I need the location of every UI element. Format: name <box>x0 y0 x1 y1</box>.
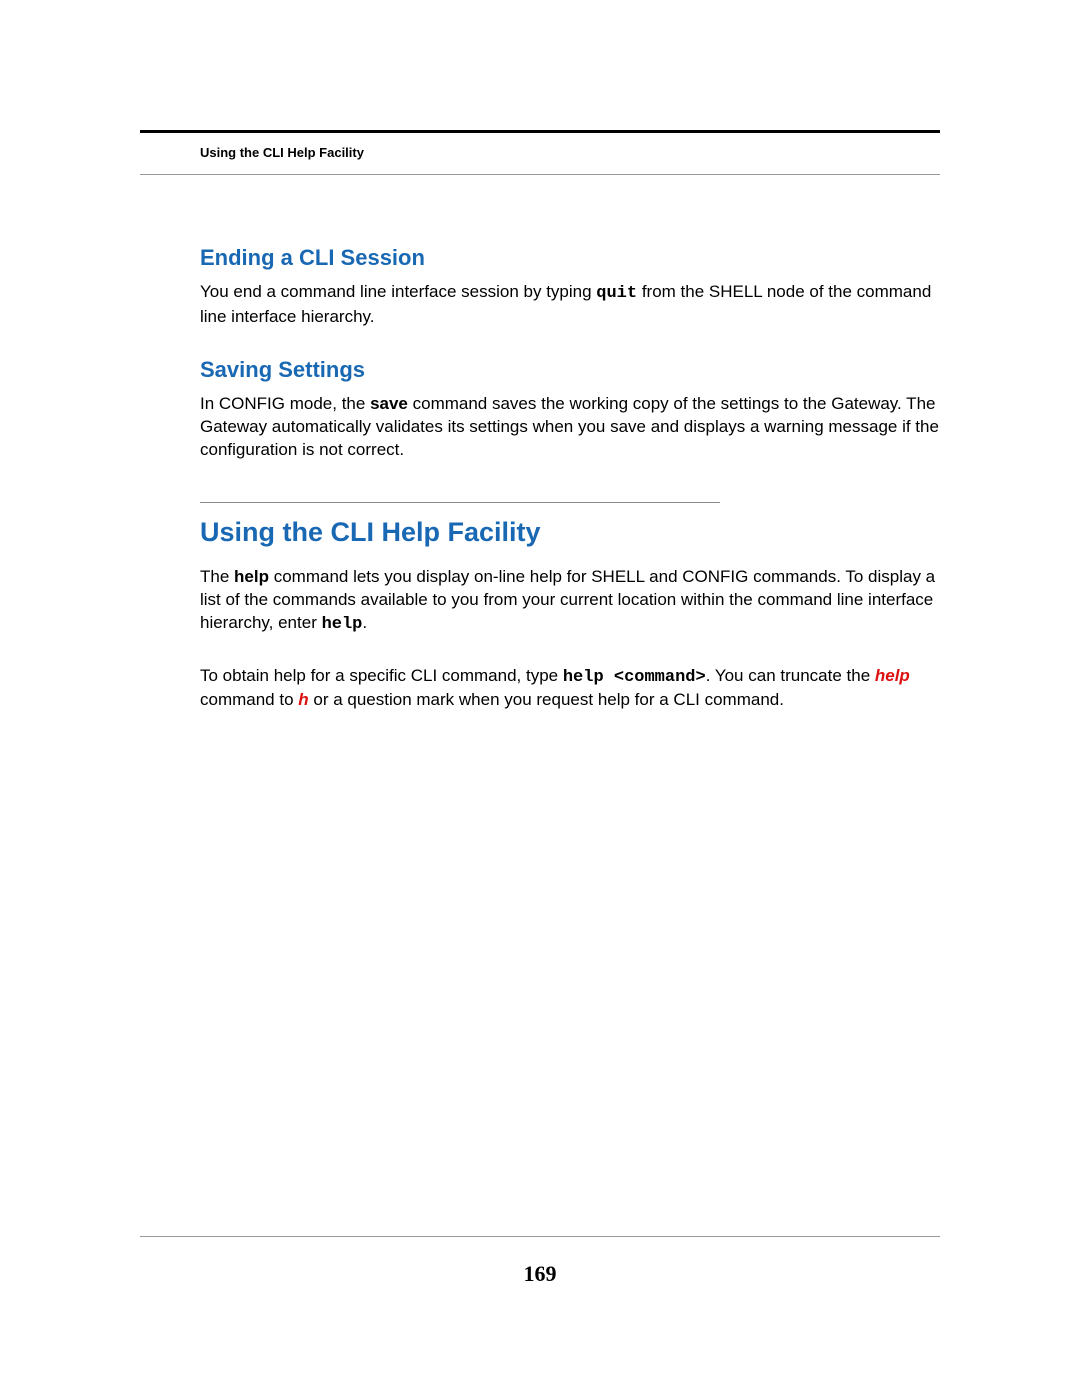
footer: 169 <box>140 1236 940 1287</box>
code-help: help <box>322 615 363 634</box>
text: . You can truncate the <box>706 666 875 685</box>
code-help-command: help <command> <box>563 668 706 687</box>
page: Using the CLI Help Facility Ending a CLI… <box>0 0 1080 1397</box>
heading-saving-settings: Saving Settings <box>200 357 940 383</box>
para-help-facility-2: To obtain help for a specific CLI comman… <box>200 665 940 713</box>
text: or a question mark when you request help… <box>309 690 784 709</box>
heading-ending-cli-session: Ending a CLI Session <box>200 245 940 271</box>
text: You end a command line interface session… <box>200 282 596 301</box>
para-ending-cli-session: You end a command line interface session… <box>200 281 940 329</box>
bold-help: help <box>234 567 269 586</box>
text: command lets you display on-line help fo… <box>200 567 935 632</box>
emphasis-h: h <box>298 690 308 709</box>
bottom-rule <box>140 1236 940 1237</box>
text: The <box>200 567 234 586</box>
text: . <box>362 613 367 632</box>
section-rule <box>200 502 720 503</box>
emphasis-help: help <box>875 666 910 685</box>
running-header: Using the CLI Help Facility <box>140 145 940 175</box>
page-number: 169 <box>140 1261 940 1287</box>
code-quit: quit <box>596 284 637 303</box>
heading-using-cli-help-facility: Using the CLI Help Facility <box>200 517 940 548</box>
text: To obtain help for a specific CLI comman… <box>200 666 563 685</box>
para-help-facility-1: The help command lets you display on-lin… <box>200 566 940 637</box>
text: command to <box>200 690 298 709</box>
bold-save: save <box>370 394 408 413</box>
para-saving-settings: In CONFIG mode, the save command saves t… <box>200 393 940 462</box>
text: In CONFIG mode, the <box>200 394 370 413</box>
top-rule <box>140 130 940 133</box>
content-area: Ending a CLI Session You end a command l… <box>140 175 940 712</box>
